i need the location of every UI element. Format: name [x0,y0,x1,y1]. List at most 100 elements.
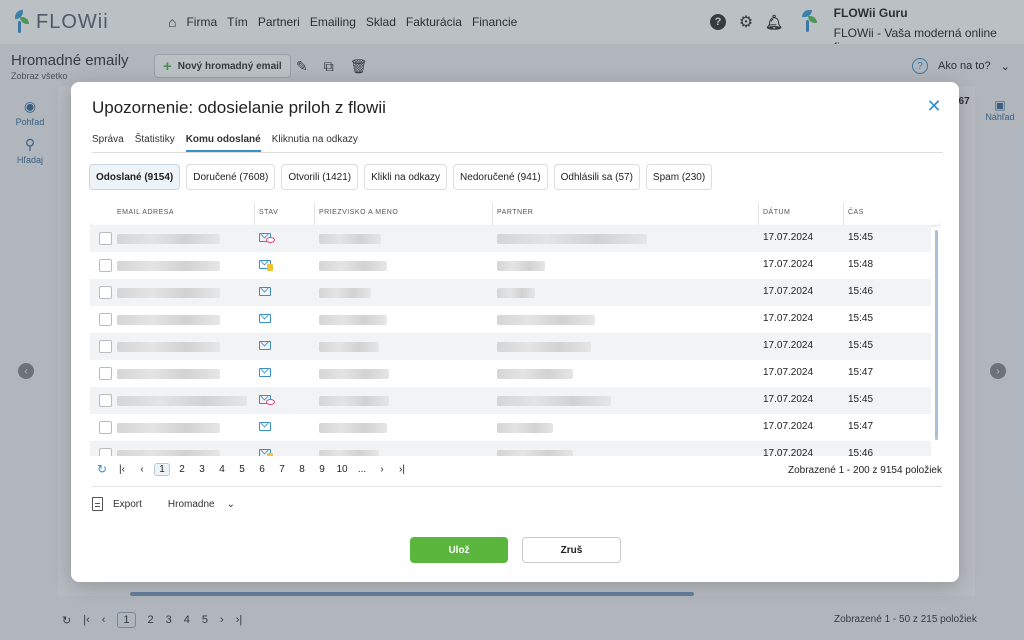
table-row[interactable]: 17.07.2024 15:47 [90,414,931,441]
row-date: 17.07.2024 [763,421,814,432]
page-5[interactable]: 5 [232,464,252,475]
name-redacted [319,315,387,325]
name-redacted [319,369,389,379]
document-icon [92,497,103,511]
tab-komu-odoslane[interactable]: Komu odoslané [185,128,261,152]
tab-statistiky[interactable]: Štatistiky [135,128,175,152]
name-redacted [319,234,381,244]
row-checkbox[interactable] [99,367,112,380]
recipients-table: EMAIL ADRESA STAV PRIEZVISKO A MENO PART… [90,202,941,456]
export-button[interactable]: Export [113,499,142,510]
tab-kliknutia[interactable]: Kliknutia na odkazy [272,128,358,152]
filter-spam[interactable]: Spam (230) [645,164,713,190]
partner-redacted [497,234,647,244]
email-sent-icon [259,340,273,353]
modal-tabs: Správa Štatistiky Komu odoslané Kliknuti… [92,128,943,153]
page-2[interactable]: 2 [172,464,192,475]
prev-page-icon[interactable]: ‹ [132,464,152,475]
modal-pagination: ↻ |‹ ‹ 1 2 3 4 5 6 7 8 9 10... › ›| Zobrazené 1 - 200 … [92,462,942,482]
email-sent-icon [259,313,273,326]
row-checkbox[interactable] [99,394,112,407]
name-redacted [319,423,387,433]
row-date: 17.07.2024 [763,367,814,378]
row-checkbox[interactable] [99,313,112,326]
filter-nedorucene[interactable]: Nedoručené (941) [453,164,548,190]
cancel-button[interactable]: Zruš [522,537,621,563]
page-8[interactable]: 8 [292,464,312,475]
email-redacted [117,396,247,406]
column-divider [492,202,493,225]
row-time: 15:47 [848,421,874,432]
filter-dorucene[interactable]: Doručené (7608) [186,164,276,190]
first-page-icon[interactable]: |‹ [112,464,132,475]
row-checkbox[interactable] [99,340,112,353]
row-checkbox[interactable] [99,448,112,456]
page-7[interactable]: 7 [272,464,292,475]
refresh-icon[interactable]: ↻ [92,462,112,476]
modal-pager-info: Zobrazené 1 - 200 z 9154 položiek [788,465,942,476]
email-sent-icon [259,367,273,380]
partner-redacted [497,396,611,406]
row-time: 15:45 [848,313,874,324]
next-page-icon[interactable]: › [372,464,392,475]
name-redacted [319,342,379,352]
page-11[interactable]: ... [352,464,372,475]
last-page-icon[interactable]: ›| [392,464,412,475]
row-date: 17.07.2024 [763,313,814,324]
row-date: 17.07.2024 [763,448,814,456]
chevron-down-icon: ⌄ [226,498,235,510]
row-date: 17.07.2024 [763,394,814,405]
filter-klikli[interactable]: Klikli na odkazy [364,164,448,190]
tab-sprava[interactable]: Správa [92,128,124,152]
column-status[interactable]: STAV [259,209,278,216]
table-row[interactable]: 17.07.2024 15:46 [90,279,931,306]
name-redacted [319,288,371,298]
partner-redacted [497,450,573,456]
row-date: 17.07.2024 [763,286,814,297]
email-redacted [117,342,220,352]
row-checkbox[interactable] [99,286,112,299]
table-row[interactable]: 17.07.2024 15:47 [90,360,931,387]
column-divider [314,202,315,225]
email-sent-icon [259,286,273,299]
table-row[interactable]: 17.07.2024 15:46 [90,441,931,456]
email-opened-icon [259,232,275,245]
column-date[interactable]: DÁTUM [763,209,790,216]
row-time: 15:46 [848,286,874,297]
row-time: 15:48 [848,259,874,270]
column-partner[interactable]: PARTNER [497,209,533,216]
table-row[interactable]: 17.07.2024 15:45 [90,387,931,414]
column-email[interactable]: EMAIL ADRESA [117,209,174,216]
page-1[interactable]: 1 [154,462,170,476]
page-6[interactable]: 6 [252,464,272,475]
name-redacted [319,396,389,406]
table-scrollbar[interactable] [935,230,938,440]
table-row[interactable]: 17.07.2024 15:45 [90,333,931,360]
table-header: EMAIL ADRESA STAV PRIEZVISKO A MENO PART… [90,202,941,225]
column-name[interactable]: PRIEZVISKO A MENO [319,209,398,216]
table-row[interactable]: 17.07.2024 15:45 [90,306,931,333]
row-checkbox[interactable] [99,259,112,272]
filter-odhlasili[interactable]: Odhlásili sa (57) [553,164,640,190]
email-redacted [117,234,220,244]
email-redacted [117,315,220,325]
row-time: 15:46 [848,448,874,456]
row-checkbox[interactable] [99,232,112,245]
page-10[interactable]: 10 [332,464,352,475]
row-checkbox[interactable] [99,421,112,434]
email-redacted [117,288,220,298]
bulk-actions-dropdown[interactable]: Hromadne ⌄ [168,499,235,510]
filter-otvorili[interactable]: Otvorili (1421) [281,164,359,190]
table-row[interactable]: 17.07.2024 15:48 [90,252,931,279]
column-time[interactable]: ČAS [848,209,864,216]
email-redacted [117,450,220,456]
modal-title: Upozornenie: odosielanie priloh z flowii [92,98,386,117]
page-4[interactable]: 4 [212,464,232,475]
save-button[interactable]: Ulož [410,537,508,563]
close-icon[interactable]: ✕ [926,97,942,115]
filter-odoslane[interactable]: Odoslané (9154) [89,164,181,190]
partner-redacted [497,261,545,271]
table-row[interactable]: 17.07.2024 15:45 [90,225,931,252]
page-9[interactable]: 9 [312,464,332,475]
page-3[interactable]: 3 [192,464,212,475]
